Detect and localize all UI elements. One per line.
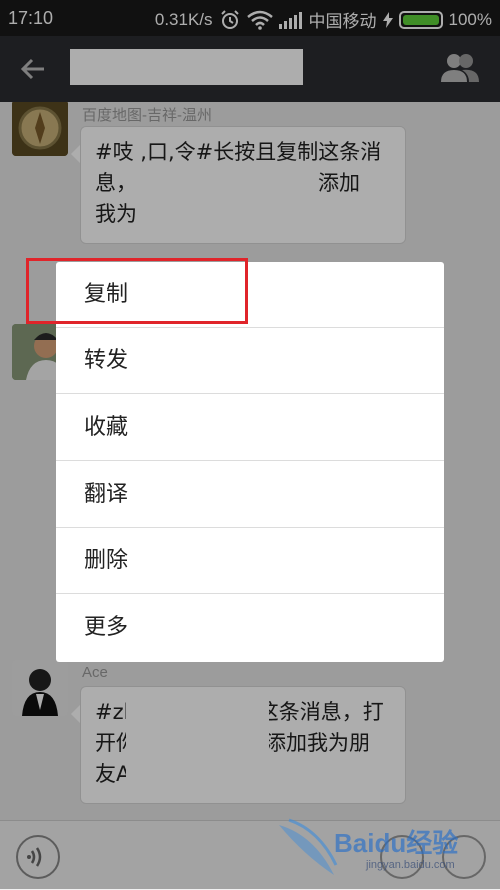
watermark-text: Baidu经验	[334, 828, 459, 858]
menu-item-forward[interactable]: 转发	[56, 328, 444, 394]
watermark-url: jingyan.baidu.com	[366, 859, 455, 871]
menu-item-favorite[interactable]: 收藏	[56, 395, 444, 461]
baidu-watermark: Baidu经验 jingyan.baidu.com	[274, 815, 494, 885]
menu-item-delete[interactable]: 删除	[56, 528, 444, 594]
highlight-annotation	[26, 258, 248, 324]
menu-item-translate[interactable]: 翻译	[56, 462, 444, 528]
menu-item-more[interactable]: 更多	[56, 595, 444, 661]
